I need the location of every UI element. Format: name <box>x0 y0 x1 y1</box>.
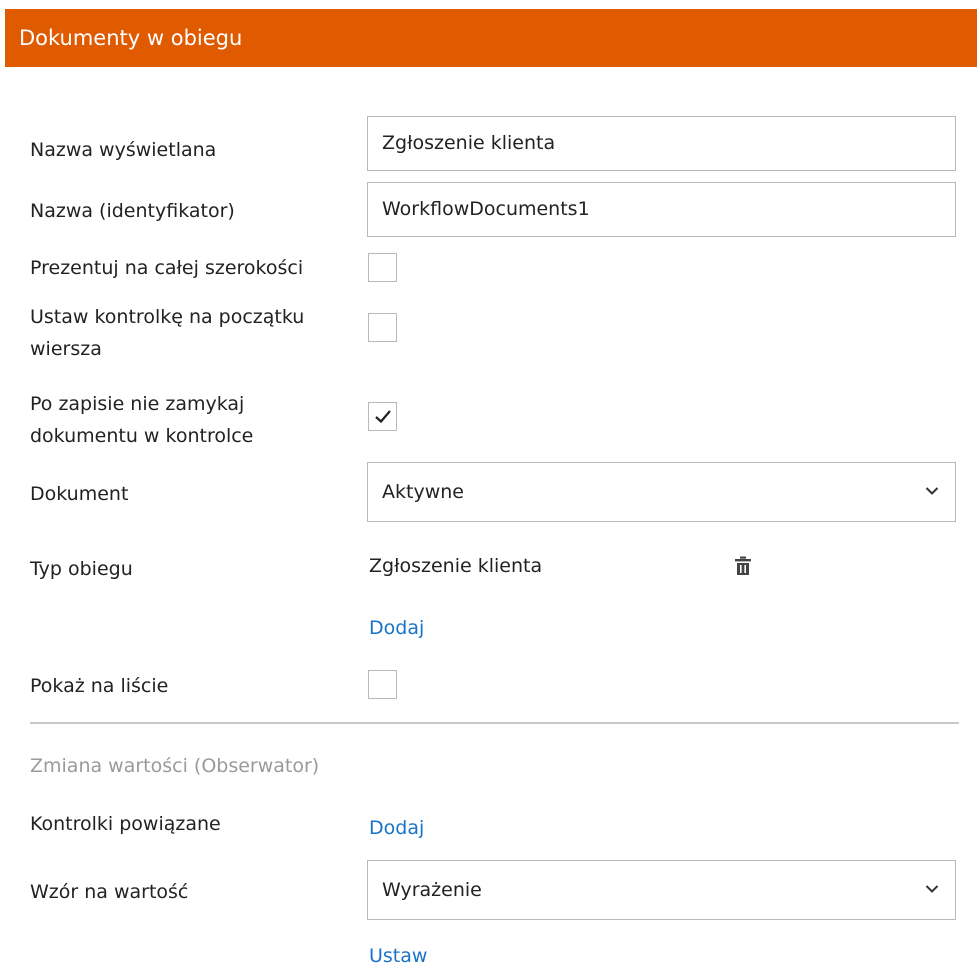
keep-open-label-line2: dokumentu w kontrolce <box>30 425 254 447</box>
display-name-input[interactable]: Zgłoszenie klienta <box>367 116 956 171</box>
workflow-type-value: Zgłoszenie klienta <box>369 555 543 577</box>
section-divider <box>30 722 959 724</box>
show-on-list-label: Pokaż na liście <box>30 675 169 697</box>
panel-header: Dokumenty w obiegu <box>5 9 977 67</box>
document-select[interactable]: Aktywne <box>367 462 956 522</box>
document-label: Dokument <box>30 483 129 505</box>
related-controls-label: Kontrolki powiązane <box>30 813 221 835</box>
set-formula-link[interactable]: Ustaw <box>369 940 427 972</box>
keep-open-label-line1: Po zapisie nie zamykaj <box>30 393 245 415</box>
value-formula-label: Wzór na wartość <box>30 881 189 903</box>
display-name-label: Nazwa wyświetlana <box>30 139 217 161</box>
row-start-label-line2: wiersza <box>30 338 102 360</box>
full-width-label: Prezentuj na całej szerokości <box>30 257 304 279</box>
observer-section-title: Zmiana wartości (Obserwator) <box>30 755 320 777</box>
show-on-list-checkbox[interactable] <box>368 670 397 699</box>
add-workflow-type-link[interactable]: Dodaj <box>369 612 424 644</box>
identifier-label: Nazwa (identyfikator) <box>30 200 235 222</box>
trash-icon[interactable] <box>734 556 752 576</box>
chevron-down-icon <box>925 885 939 893</box>
add-related-control-link[interactable]: Dodaj <box>369 812 424 844</box>
checkmark-icon <box>375 410 391 424</box>
value-formula-select[interactable]: Wyrażenie <box>367 860 956 920</box>
workflow-type-label: Typ obiegu <box>30 558 133 580</box>
row-start-label-line1: Ustaw kontrolkę na początku <box>30 306 305 328</box>
document-select-value: Aktywne <box>382 481 464 503</box>
identifier-input[interactable]: WorkflowDocuments1 <box>367 182 956 237</box>
value-formula-select-value: Wyrażenie <box>382 879 482 901</box>
row-start-checkbox[interactable] <box>368 313 397 342</box>
full-width-checkbox[interactable] <box>368 253 397 282</box>
keep-open-checkbox[interactable] <box>368 402 397 431</box>
chevron-down-icon <box>925 487 939 495</box>
panel-title: Dokumenty w obiegu <box>19 26 243 50</box>
